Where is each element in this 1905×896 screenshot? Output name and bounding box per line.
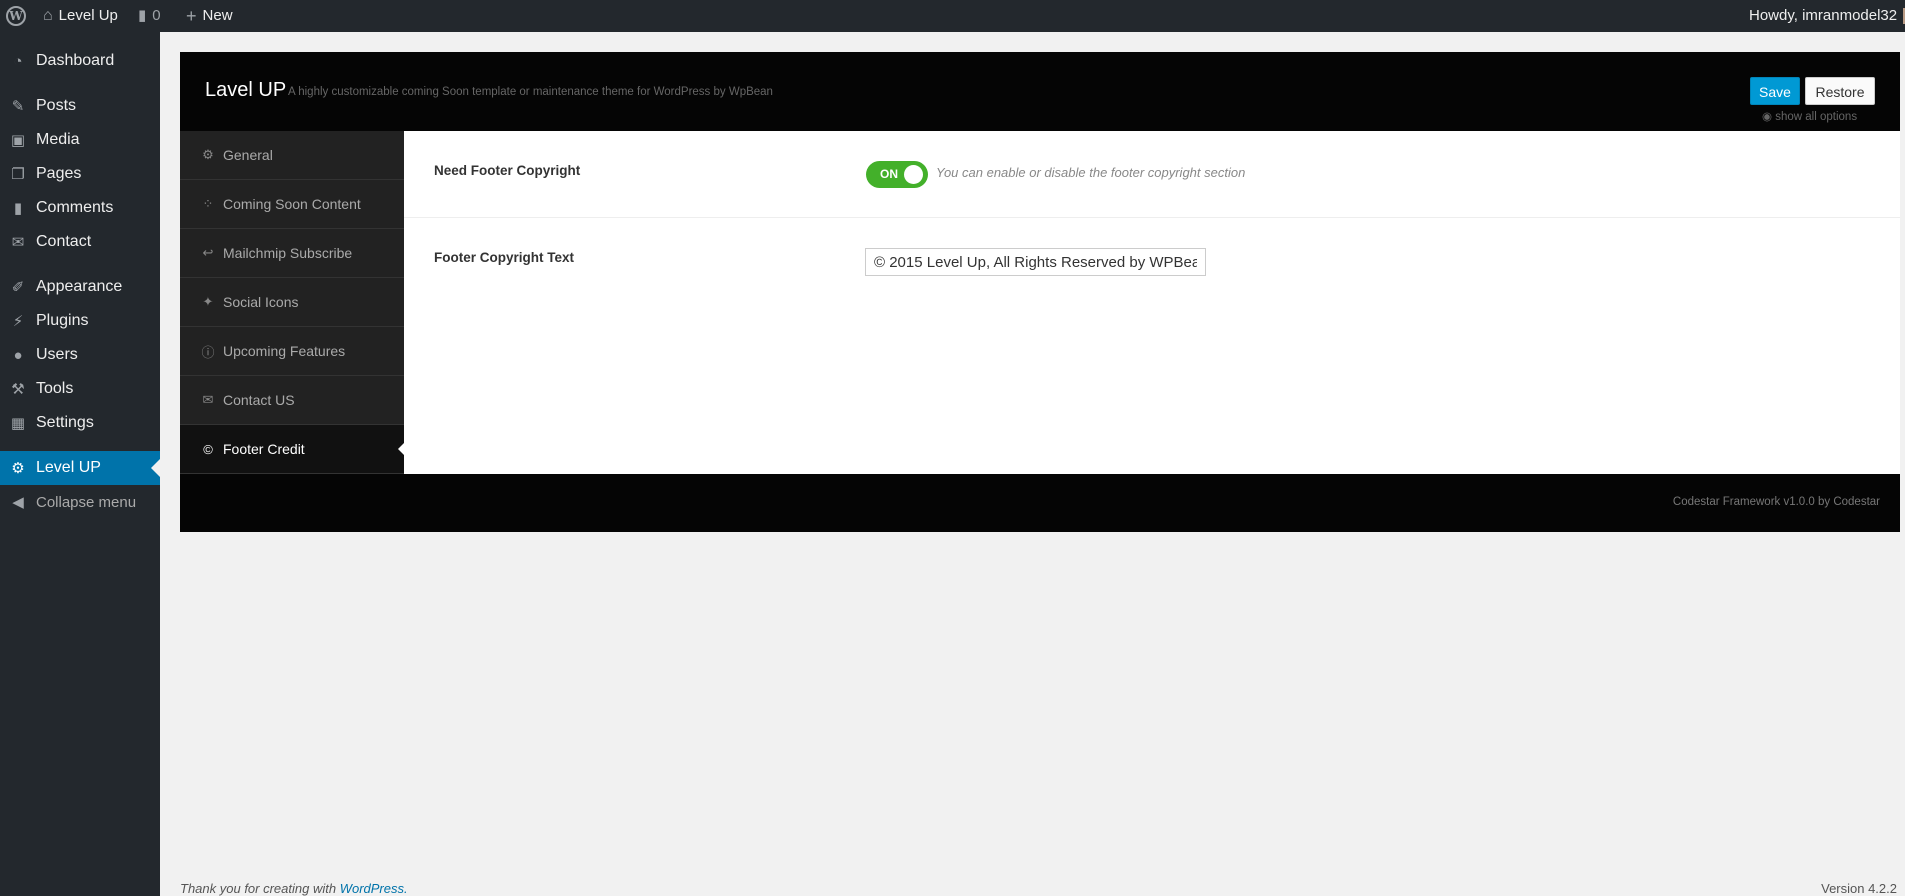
footer-thanks-text: Thank you for creating with [180,881,337,896]
tab-contact-us[interactable]: ✉ Contact US [180,376,404,425]
toggle-state-label: ON [880,167,898,181]
panel-title: Lavel UP [205,79,287,101]
tab-label: Coming Soon Content [223,196,361,212]
wordpress-link[interactable]: WordPress. [340,881,408,896]
menu-item-label: Appearance [36,278,123,295]
greeting-text: Howdy, imranmodel32 [1749,7,1898,24]
menu-item-label: Users [36,346,78,363]
envelope-icon: ✉ [202,392,214,407]
mail-icon: ✉ [11,234,25,251]
spinner-icon: ⁘ [202,196,214,211]
admin-menu: ◔ Dashboard ✎ Posts ▣ Media ❐ Pages ▮ Co… [0,32,160,896]
tab-label: Social Icons [223,294,299,310]
menu-item-contact[interactable]: ✉ Contact [0,225,160,259]
wp-version: Version 4.2.2 [1821,881,1897,896]
info-icon: ⓘ [201,344,215,360]
wordpress-logo-icon[interactable]: W [6,0,26,32]
menu-item-label: Settings [36,414,94,431]
cogs-icon: ⚙ [202,147,214,162]
menu-item-label: Tools [36,380,74,397]
framework-credit: Codestar Framework v1.0.0 by Codestar [1672,496,1880,508]
show-all-label: show all options [1775,111,1858,123]
menu-item-tools[interactable]: ⚒ Tools [0,372,160,406]
account-menu[interactable]: Howdy, imranmodel32 [1749,0,1905,32]
restore-button[interactable]: Restore [1805,77,1875,105]
panel-footer: Codestar Framework v1.0.0 by Codestar [180,474,1900,532]
menu-item-dashboard[interactable]: ◔ Dashboard [0,44,160,78]
menu-item-label: Level UP [36,459,101,476]
plus-icon: + [186,6,197,26]
collapse-icon: ◀ [12,494,24,511]
menu-item-settings[interactable]: ▦ Settings [0,406,160,440]
site-name-link[interactable]: ⌂ Level Up [43,0,118,32]
panel-subtitle: A highly customizable coming Soon templa… [288,86,773,98]
new-label: New [202,7,233,24]
twitter-icon: ✦ [202,294,214,309]
home-icon: ⌂ [43,7,53,24]
tab-label: Footer Credit [223,441,305,457]
plugin-icon: ⚡ [12,313,24,330]
gear-icon: ⚙ [11,460,25,477]
menu-item-label: Dashboard [36,52,115,69]
new-content-link[interactable]: + New [186,0,233,32]
admin-bar: W ⌂ Level Up ▮ 0 + New Howdy, imranmodel… [0,0,1905,32]
comments-link[interactable]: ▮ 0 [138,0,161,32]
menu-item-label: Contact [36,233,92,250]
options-panel: Lavel UP A highly customizable coming So… [180,52,1900,532]
pin-icon: ✎ [11,98,25,115]
comment-icon: ▮ [138,7,147,24]
tab-coming-soon-content[interactable]: ⁘ Coming Soon Content [180,180,404,229]
footer-thanks: Thank you for creating with WordPress. [180,881,408,896]
menu-item-label: Media [36,131,80,148]
toggle-description: You can enable or disable the footer cop… [936,165,1246,180]
collapse-label: Collapse menu [36,493,137,511]
tab-label: General [223,147,273,163]
comment-icon: ▮ [13,200,23,217]
menu-item-appearance[interactable]: ✐ Appearance [0,270,160,304]
footer-copyright-label: Need Footer Copyright [434,163,581,178]
field-divider [404,217,1900,218]
menu-item-pages[interactable]: ❐ Pages [0,157,160,191]
comments-count: 0 [152,7,161,24]
tab-label: Upcoming Features [223,343,346,359]
copyright-text-label: Footer Copyright Text [434,250,574,265]
settings-icon: ▦ [10,415,26,432]
pages-icon: ❐ [11,166,25,183]
menu-item-users[interactable]: ● Users [0,338,160,372]
wrench-icon: ⚒ [11,381,25,398]
tab-footer-credit[interactable]: © Footer Credit [180,425,404,474]
eye-icon: ◉ [1762,111,1773,123]
menu-item-label: Posts [36,97,77,114]
collapse-menu-button[interactable]: ◀ Collapse menu [0,485,160,519]
site-name-label: Level Up [58,7,118,24]
menu-item-label: Comments [36,199,114,216]
tab-mailchimp-subscribe[interactable]: ↩ Mailchmip Subscribe [180,229,404,278]
save-button[interactable]: Save [1750,77,1800,105]
menu-item-media[interactable]: ▣ Media [0,123,160,157]
menu-item-label: Pages [36,165,82,182]
tab-upcoming-features[interactable]: ⓘ Upcoming Features [180,327,404,376]
panel-header: Lavel UP A highly customizable coming So… [180,52,1900,131]
brush-icon: ✐ [11,279,25,296]
tab-label: Contact US [223,392,295,408]
tab-label: Mailchmip Subscribe [223,245,353,261]
menu-item-comments[interactable]: ▮ Comments [0,191,160,225]
media-icon: ▣ [10,132,26,149]
menu-item-posts[interactable]: ✎ Posts [0,89,160,123]
reply-icon: ↩ [202,245,214,260]
tab-general[interactable]: ⚙ General [180,131,404,180]
copyright-icon: © [203,441,213,457]
panel-nav: ⚙ General ⁘ Coming Soon Content ↩ Mailch… [180,131,404,474]
toggle-knob [904,165,923,184]
menu-item-plugins[interactable]: ⚡ Plugins [0,304,160,338]
dashboard-icon: ◔ [13,52,23,70]
menu-item-label: Plugins [36,312,89,329]
tab-social-icons[interactable]: ✦ Social Icons [180,278,404,327]
menu-item-level-up[interactable]: ⚙ Level UP [0,451,160,485]
panel-content: Need Footer Copyright ON You can enable … [404,131,1900,474]
show-all-options-link[interactable]: ◉ show all options [1762,109,1857,123]
footer-copyright-toggle[interactable]: ON [866,161,928,188]
user-icon: ● [13,346,23,364]
copyright-text-input[interactable] [865,248,1206,276]
